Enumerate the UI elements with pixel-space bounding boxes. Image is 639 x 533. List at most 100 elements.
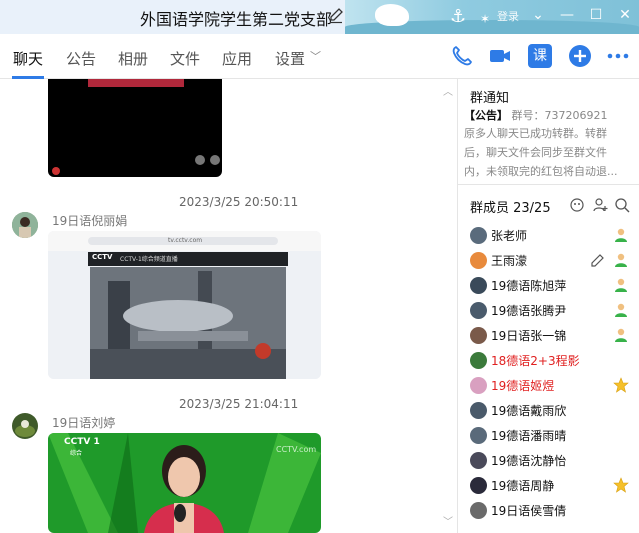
member-name: 19日语张一锦 bbox=[491, 329, 567, 343]
tab-announcements[interactable]: 公告 bbox=[66, 48, 96, 69]
tab-chat[interactable]: 聊天 bbox=[13, 48, 43, 69]
minimize-icon[interactable]: — bbox=[557, 6, 577, 24]
image-message[interactable]: CCTV CCTV-1综合频道直播 tv.cctv.com bbox=[48, 231, 321, 379]
phone-icon[interactable] bbox=[450, 44, 474, 68]
member-name: 18德语2+3程影 bbox=[491, 354, 580, 368]
qq-group-window: 外国语学院学生第二党支部 ⚓ ✶ 登录 ⌄ — ☐ ✕ 聊天 公告 相册 文件 … bbox=[0, 0, 639, 533]
cctv-watermark-text: CCTV.com bbox=[276, 445, 317, 454]
avatar[interactable] bbox=[12, 413, 38, 439]
member-manage-icon[interactable] bbox=[570, 197, 586, 213]
avatar[interactable] bbox=[470, 402, 487, 419]
member-name: 王雨濛 bbox=[491, 254, 528, 268]
member-row[interactable]: 王雨濛 bbox=[458, 248, 639, 273]
avatar[interactable] bbox=[470, 277, 487, 294]
search-icon[interactable] bbox=[614, 197, 630, 213]
notice-tag: 【公告】 bbox=[464, 109, 508, 122]
member-row[interactable]: 19德语姬煜 bbox=[458, 373, 639, 398]
member-name: 19德语戴雨欣 bbox=[491, 404, 567, 418]
group-number: 群号：737206921 bbox=[511, 109, 608, 122]
notice-header-line: 【公告】 群号：737206921 bbox=[464, 107, 608, 123]
whale-icon bbox=[375, 4, 409, 26]
maximize-icon[interactable]: ☐ bbox=[586, 6, 606, 24]
video-fullscreen-icon[interactable] bbox=[210, 155, 220, 165]
scroll-up-icon[interactable]: ︿ bbox=[443, 83, 453, 98]
avatar[interactable] bbox=[470, 502, 487, 519]
video-logo-icon bbox=[52, 167, 60, 175]
anchor-icon: ⚓ bbox=[450, 6, 467, 27]
notice-line: 内，未领取完的红包将自动退... bbox=[464, 165, 618, 178]
member-name: 19德语陈旭萍 bbox=[491, 279, 567, 293]
channel-title-text: CCTV-1综合频道直播 bbox=[120, 256, 178, 263]
member-row[interactable]: 19德语周静 bbox=[458, 473, 639, 498]
tab-bar: 聊天 公告 相册 文件 应用 设置 ﹀ 课 bbox=[0, 34, 639, 79]
member-name: 19德语潘雨晴 bbox=[491, 429, 567, 443]
cctv1-sub-text: 综合 bbox=[70, 450, 83, 457]
members-title: 群成员 23/25 bbox=[470, 201, 551, 216]
star-badge-icon bbox=[613, 477, 629, 493]
chat-area[interactable]: ︿ 2023/3/25 20:50:11 19日语倪丽娟 CCTV CCTV-1… bbox=[0, 79, 458, 533]
admin-badge-icon bbox=[615, 253, 627, 267]
sender-name: 19日语倪丽娟 bbox=[52, 214, 128, 228]
dropdown-icon[interactable]: ⌄ bbox=[528, 6, 548, 24]
message-timestamp: 2023/3/25 20:50:11 bbox=[179, 195, 299, 209]
avatar[interactable] bbox=[470, 327, 487, 344]
edit-icon[interactable] bbox=[590, 253, 605, 268]
member-row[interactable]: 19日语侯雪倩 bbox=[458, 498, 639, 523]
member-name: 19德语周静 bbox=[491, 479, 555, 493]
url-text: tv.cctv.com bbox=[168, 237, 203, 244]
window-title: 外国语学院学生第二党支部 bbox=[140, 10, 333, 29]
scroll-down-icon[interactable]: ﹀ bbox=[443, 513, 453, 528]
notice-line: 原多人聊天已成功转群。转群 bbox=[464, 127, 607, 140]
avatar[interactable] bbox=[470, 252, 487, 269]
avatar[interactable] bbox=[470, 227, 487, 244]
avatar[interactable] bbox=[470, 452, 487, 469]
member-name: 19日语侯雪倩 bbox=[491, 504, 567, 518]
member-name: 19德语姬煜 bbox=[491, 379, 555, 393]
admin-badge-icon bbox=[615, 328, 627, 342]
avatar[interactable] bbox=[470, 377, 487, 394]
more-icon[interactable] bbox=[606, 44, 630, 68]
close-icon[interactable]: ✕ bbox=[615, 6, 635, 24]
admin-badge-icon bbox=[615, 303, 627, 317]
member-row[interactable]: 19德语戴雨欣 bbox=[458, 398, 639, 423]
cctv-logo-text: CCTV bbox=[92, 253, 113, 261]
tab-files[interactable]: 文件 bbox=[170, 48, 200, 69]
avatar[interactable] bbox=[470, 302, 487, 319]
skin-banner: ⚓ ✶ 登录 ⌄ — ☐ ✕ bbox=[345, 0, 639, 34]
member-row[interactable]: 19德语潘雨晴 bbox=[458, 423, 639, 448]
notice-title: 群通知 bbox=[470, 91, 510, 106]
video-message[interactable] bbox=[48, 79, 222, 177]
member-row[interactable]: 19德语张腾尹 bbox=[458, 298, 639, 323]
title-bar: 外国语学院学生第二党支部 ⚓ ✶ 登录 ⌄ — ☐ ✕ bbox=[0, 0, 639, 34]
image-message[interactable]: CCTV 1 综合 CCTV.com bbox=[48, 433, 321, 533]
member-row[interactable]: 19日语张一锦 bbox=[458, 323, 639, 348]
tab-album[interactable]: 相册 bbox=[118, 48, 148, 69]
add-member-icon[interactable] bbox=[592, 197, 608, 213]
member-row[interactable]: 张老师 bbox=[458, 223, 639, 248]
add-icon[interactable] bbox=[568, 44, 592, 68]
member-name: 19德语张腾尹 bbox=[491, 304, 567, 318]
star-badge-icon bbox=[613, 377, 629, 393]
tab-settings[interactable]: 设置 bbox=[275, 48, 305, 69]
course-button[interactable]: 课 bbox=[528, 44, 552, 68]
video-thumbnail-strip bbox=[88, 79, 184, 87]
message-timestamp: 2023/3/25 21:04:11 bbox=[179, 397, 299, 411]
admin-badge-icon bbox=[615, 228, 627, 242]
chevron-down-icon[interactable]: ﹀ bbox=[310, 48, 321, 64]
avatar[interactable] bbox=[470, 427, 487, 444]
avatar[interactable] bbox=[470, 352, 487, 369]
member-row[interactable]: 19德语陈旭萍 bbox=[458, 273, 639, 298]
avatar[interactable] bbox=[12, 212, 38, 238]
member-row[interactable]: 18德语2+3程影 bbox=[458, 348, 639, 373]
banner-login-text: 登录 bbox=[497, 10, 519, 23]
avatar[interactable] bbox=[470, 477, 487, 494]
edit-title-icon[interactable] bbox=[328, 6, 344, 24]
notice-line: 后，聊天文件会同步至群文件 bbox=[464, 146, 607, 159]
member-row[interactable]: 19德语沈静怡 bbox=[458, 448, 639, 473]
video-control-icon[interactable] bbox=[195, 155, 205, 165]
group-notice-panel[interactable]: 群通知 【公告】 群号：737206921 原多人聊天已成功转群。转群 后，聊天… bbox=[458, 79, 639, 185]
video-call-icon[interactable] bbox=[488, 44, 512, 68]
member-name: 张老师 bbox=[491, 229, 528, 243]
group-members-panel: 群成员 23/25 张老师王雨濛 19德语陈旭萍 19德语张腾尹 19日语张一锦 18德… bbox=[458, 186, 639, 533]
tab-apps[interactable]: 应用 bbox=[222, 48, 252, 69]
